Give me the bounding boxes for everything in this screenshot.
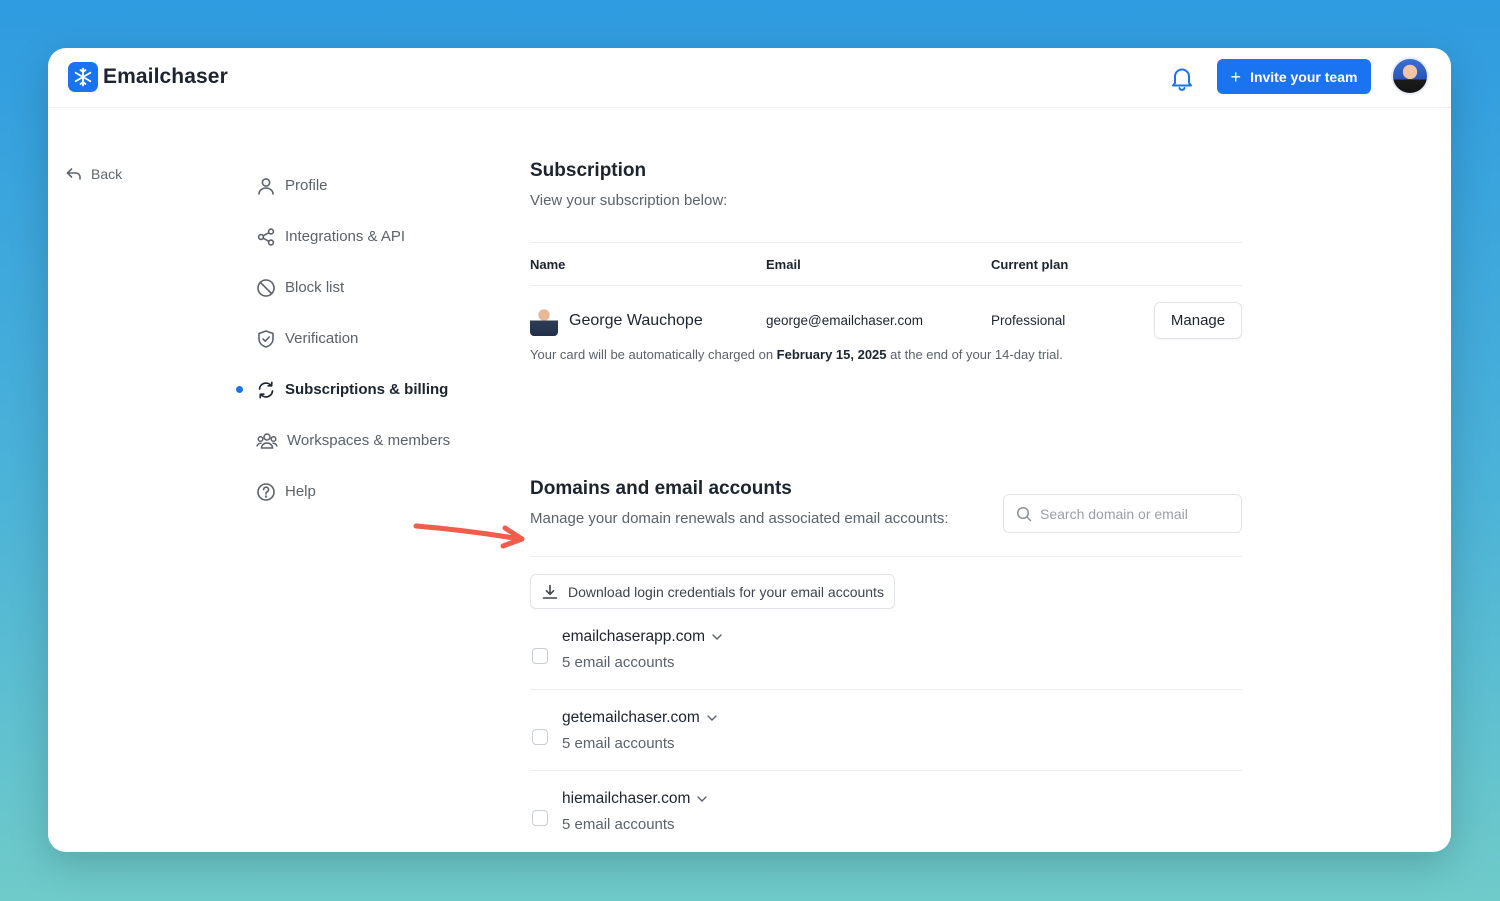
divider <box>530 556 1242 557</box>
domain-name[interactable]: emailchaserapp.com <box>562 628 722 646</box>
nav-item-profile[interactable]: Profile <box>236 160 496 211</box>
nav-label-workspaces: Workspaces & members <box>287 432 451 449</box>
annotation-arrow-icon <box>413 523 525 549</box>
nav-item-workspaces[interactable]: Workspaces & members <box>236 415 496 466</box>
domain-name[interactable]: getemailchaser.com <box>562 709 717 727</box>
users-icon <box>256 432 278 449</box>
nav-label-verification: Verification <box>285 330 359 347</box>
manage-button[interactable]: Manage <box>1154 302 1242 339</box>
nav-item-block-list[interactable]: Block list <box>236 262 496 313</box>
nav-label-subscriptions: Subscriptions & billing <box>285 381 449 398</box>
nav-label-integrations: Integrations & API <box>285 228 406 245</box>
chevron-down-icon[interactable] <box>707 715 717 721</box>
domain-row[interactable]: getemailchaser.com 5 email accounts <box>530 697 1242 778</box>
bell-icon[interactable] <box>1168 64 1196 92</box>
nav-item-verification[interactable]: Verification <box>236 313 496 364</box>
brand[interactable]: Emailchaser <box>68 62 228 92</box>
email-account-count: 5 email accounts <box>562 654 675 671</box>
nav-label-help: Help <box>285 483 316 500</box>
domain-name[interactable]: hiemailchaser.com <box>562 790 708 808</box>
plus-icon: + <box>1230 66 1242 87</box>
back-label: Back <box>91 166 123 182</box>
email-account-count: 5 email accounts <box>562 735 675 752</box>
top-bar: Emailchaser + Invite your team <box>48 48 1451 108</box>
settings-nav: Profile Integrations & API Block list Ve… <box>236 160 496 517</box>
user-avatar[interactable] <box>1391 57 1429 95</box>
nav-label-profile: Profile <box>285 177 328 194</box>
main-content: Subscription View your subscription belo… <box>530 160 1242 833</box>
charge-note-suffix: at the end of your 14-day trial. <box>886 347 1063 362</box>
subscription-title: Subscription <box>530 160 647 181</box>
domain-label: emailchaserapp.com <box>562 628 706 645</box>
search-icon <box>1016 506 1032 521</box>
nav-label-block-list: Block list <box>285 279 345 296</box>
snowflake-logo-icon <box>68 62 98 92</box>
invite-team-label: Invite your team <box>1250 68 1358 85</box>
charge-date: February 15, 2025 <box>776 347 887 362</box>
share-icon <box>257 227 275 246</box>
block-icon <box>257 278 275 297</box>
download-icon <box>542 584 558 599</box>
download-credentials-button[interactable]: Download login credentials for your emai… <box>530 574 895 609</box>
download-credentials-label: Download login credentials for your emai… <box>568 583 884 600</box>
chevron-down-icon[interactable] <box>697 796 708 802</box>
divider <box>530 770 1242 771</box>
account-name: George Wauchope <box>569 312 703 329</box>
domain-row[interactable]: emailchaserapp.com 5 email accounts <box>530 616 1242 697</box>
nav-item-subscriptions[interactable]: Subscriptions & billing <box>236 364 496 415</box>
refresh-icon <box>258 381 274 398</box>
search-field[interactable] <box>1003 494 1242 533</box>
invite-team-button[interactable]: + Invite your team <box>1217 59 1371 94</box>
app-window: Emailchaser + Invite your team Back Prof… <box>48 48 1451 852</box>
charge-note-prefix: Your card will be automatically charged … <box>530 347 777 362</box>
subscription-table-header: Name Email Current plan <box>530 242 1242 286</box>
domain-checkbox[interactable] <box>532 648 548 664</box>
chevron-down-icon[interactable] <box>712 634 722 640</box>
shield-check-icon <box>258 329 274 348</box>
nav-item-integrations[interactable]: Integrations & API <box>236 211 496 262</box>
subscription-subtitle: View your subscription below: <box>530 192 728 209</box>
charge-note: Your card will be automatically charged … <box>530 347 1063 362</box>
active-indicator <box>236 386 243 393</box>
account-email: george@emailchaser.com <box>766 313 924 328</box>
domain-label: getemailchaser.com <box>562 709 700 726</box>
current-plan: Professional <box>991 313 1066 328</box>
account-avatar <box>530 306 558 336</box>
column-header-email: Email <box>766 257 801 272</box>
email-account-count: 5 email accounts <box>562 816 675 833</box>
person-icon <box>258 177 274 195</box>
nav-item-help[interactable]: Help <box>236 466 496 517</box>
domain-checkbox[interactable] <box>532 810 548 826</box>
help-icon <box>257 482 275 501</box>
back-link[interactable]: Back <box>66 166 122 182</box>
search-input[interactable] <box>1040 505 1230 522</box>
domain-checkbox[interactable] <box>532 729 548 745</box>
divider <box>530 689 1242 690</box>
column-header-name: Name <box>530 257 566 272</box>
domain-label: hiemailchaser.com <box>562 790 691 807</box>
back-arrow-icon <box>66 168 81 180</box>
domain-row[interactable]: hiemailchaser.com 5 email accounts <box>530 778 1242 852</box>
column-header-plan: Current plan <box>991 257 1069 272</box>
brand-name: Emailchaser <box>103 65 228 88</box>
